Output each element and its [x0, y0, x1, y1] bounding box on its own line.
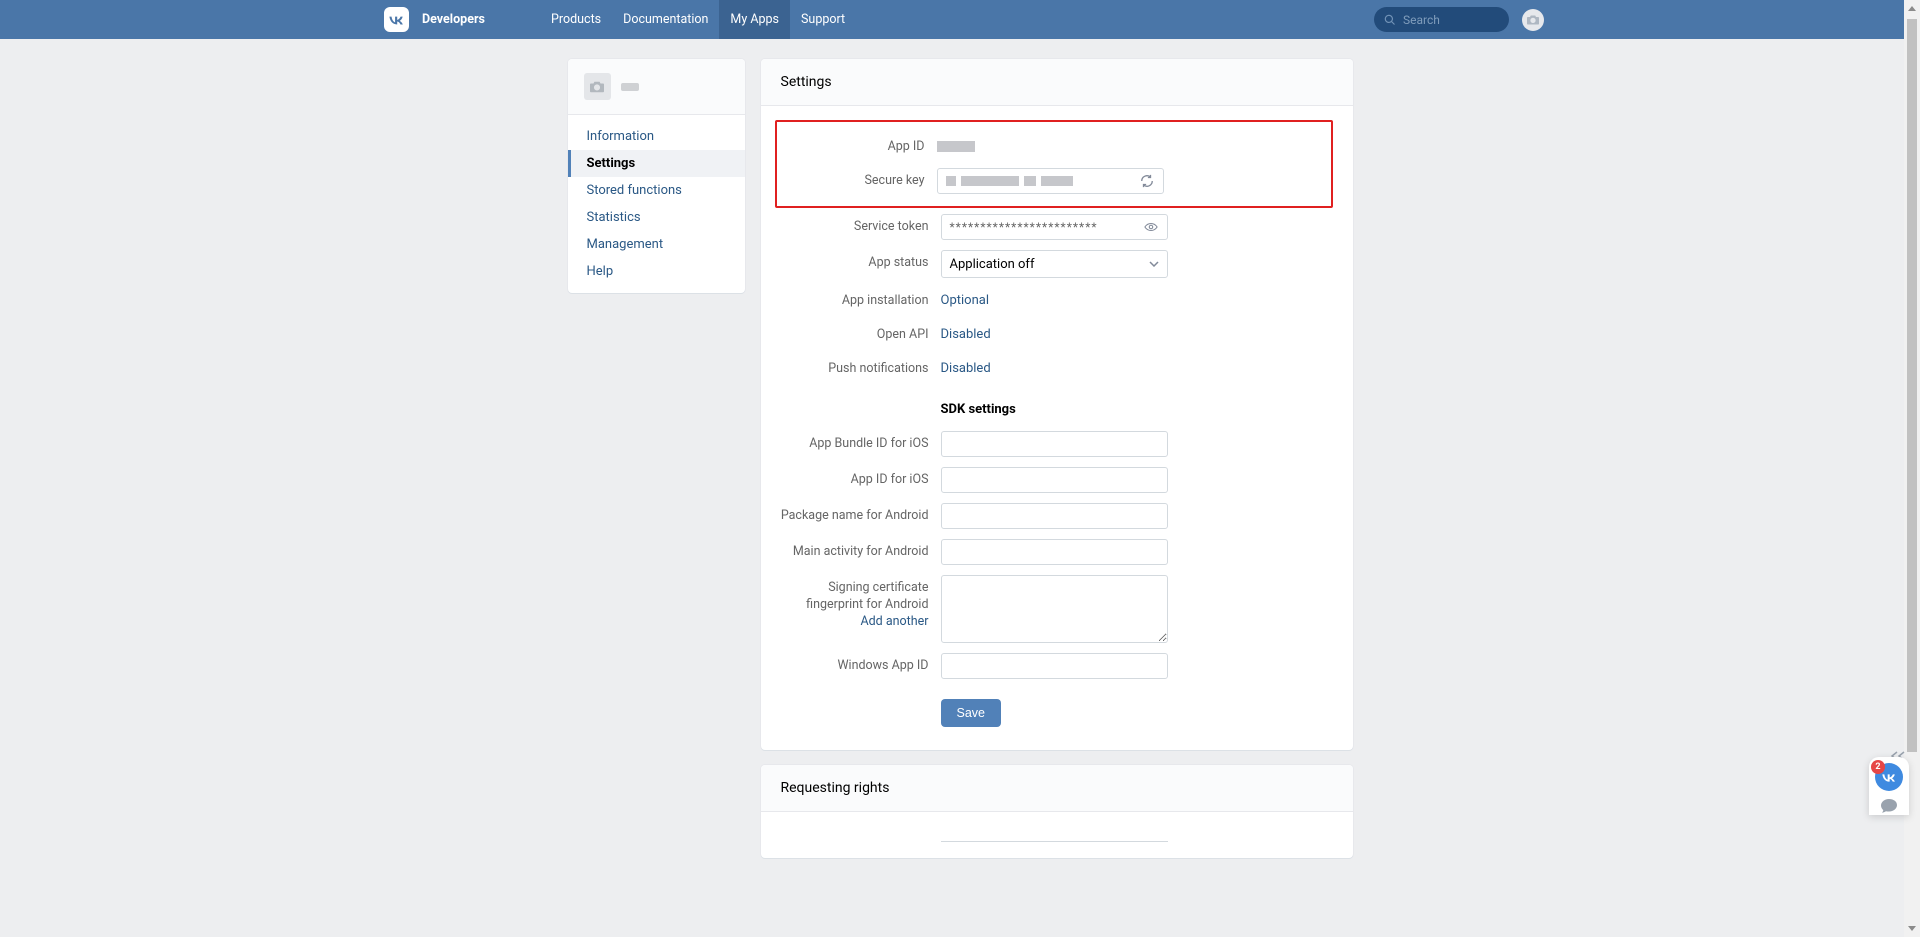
label-app-status: App status [781, 250, 941, 272]
sidenav-information[interactable]: Information [568, 123, 745, 150]
save-button[interactable]: Save [941, 699, 1002, 727]
secure-key-field [937, 168, 1164, 194]
app-status-select[interactable]: Application off [941, 250, 1168, 278]
redacted-secure-key [946, 176, 1073, 186]
sidenav-management[interactable]: Management [568, 231, 745, 258]
label-windows-appid: Windows App ID [781, 653, 941, 675]
push-notifications-link[interactable]: Disabled [941, 361, 991, 376]
label-push-notifications: Push notifications [781, 356, 941, 378]
label-package-android: Package name for Android [781, 503, 941, 525]
sidenav-help[interactable]: Help [568, 258, 745, 285]
sidenav-statistics[interactable]: Statistics [568, 204, 745, 231]
app-icon-placeholder [584, 73, 611, 100]
refresh-icon [1140, 174, 1154, 188]
highlighted-credentials-box: App ID Secure key [775, 120, 1333, 208]
refresh-secure-key-button[interactable] [1139, 173, 1155, 189]
add-another-link[interactable]: Add another [860, 614, 928, 629]
sidebar-app-header[interactable] [568, 59, 745, 115]
settings-panel-title: Settings [761, 59, 1353, 106]
label-secure-key: Secure key [777, 168, 937, 190]
reveal-token-button[interactable] [1143, 219, 1159, 235]
nav-products[interactable]: Products [540, 0, 612, 39]
app-name-placeholder [621, 83, 639, 91]
fingerprint-label-text: Signing certificate fingerprint for Andr… [806, 580, 928, 612]
fingerprint-textarea[interactable] [941, 575, 1168, 643]
rights-field-edge [941, 841, 1168, 843]
nav-my-apps[interactable]: My Apps [719, 0, 790, 39]
sidebar-card: Information Settings Stored functions St… [568, 59, 745, 293]
rights-panel-title: Requesting rights [761, 765, 1353, 812]
camera-icon [590, 81, 604, 93]
app-installation-link[interactable]: Optional [941, 293, 989, 308]
rights-empty-label [781, 830, 941, 835]
brand-label[interactable]: Developers [422, 12, 485, 27]
chevron-down-icon [1149, 261, 1159, 267]
search-input[interactable]: Search [1374, 7, 1509, 32]
label-fingerprint: Signing certificate fingerprint for Andr… [781, 575, 941, 631]
redacted-app-id [937, 141, 975, 152]
rights-panel: Requesting rights [761, 765, 1353, 858]
vk-widget-bubble[interactable]: 2 [1875, 763, 1903, 791]
label-bundle-ios: App Bundle ID for iOS [781, 431, 941, 453]
scroll-up-arrow[interactable] [1904, 0, 1920, 17]
package-android-input[interactable] [941, 503, 1168, 529]
sidenav-settings[interactable]: Settings [568, 150, 745, 177]
vk-logo[interactable] [384, 7, 409, 32]
eye-icon [1144, 220, 1158, 234]
sdk-heading: SDK settings [781, 402, 1333, 417]
bundle-ios-input[interactable] [941, 431, 1168, 457]
vk-badge: 2 [1871, 760, 1885, 774]
search-icon [1384, 14, 1396, 26]
user-avatar[interactable] [1522, 9, 1544, 31]
vk-widget[interactable]: 2 [1869, 757, 1909, 815]
sidenav-stored-functions[interactable]: Stored functions [568, 177, 745, 204]
open-api-link[interactable]: Disabled [941, 327, 991, 342]
service-token-value: ************************ [950, 220, 1098, 234]
top-header: Developers Products Documentation My App… [0, 0, 1920, 39]
top-nav: Products Documentation My Apps Support [540, 0, 856, 39]
value-app-id [937, 134, 1327, 158]
chat-icon[interactable] [1881, 799, 1897, 813]
activity-android-input[interactable] [941, 539, 1168, 565]
settings-panel: Settings App ID Secure key [761, 59, 1353, 750]
app-status-value: Application off [950, 257, 1035, 272]
camera-icon [1527, 15, 1539, 25]
appid-ios-input[interactable] [941, 467, 1168, 493]
search-placeholder: Search [1403, 13, 1440, 27]
scrollbar-thumb[interactable] [1907, 19, 1917, 752]
nav-documentation[interactable]: Documentation [612, 0, 719, 39]
label-appid-ios: App ID for iOS [781, 467, 941, 489]
service-token-field: ************************ [941, 214, 1168, 240]
label-activity-android: Main activity for Android [781, 539, 941, 561]
side-nav: Information Settings Stored functions St… [568, 115, 745, 293]
scroll-down-arrow[interactable] [1904, 920, 1920, 937]
vk-icon [1881, 772, 1897, 782]
label-app-installation: App installation [781, 288, 941, 310]
label-app-id: App ID [777, 134, 937, 156]
windows-appid-input[interactable] [941, 653, 1168, 679]
nav-support[interactable]: Support [790, 0, 856, 39]
label-open-api: Open API [781, 322, 941, 344]
label-service-token: Service token [781, 214, 941, 236]
